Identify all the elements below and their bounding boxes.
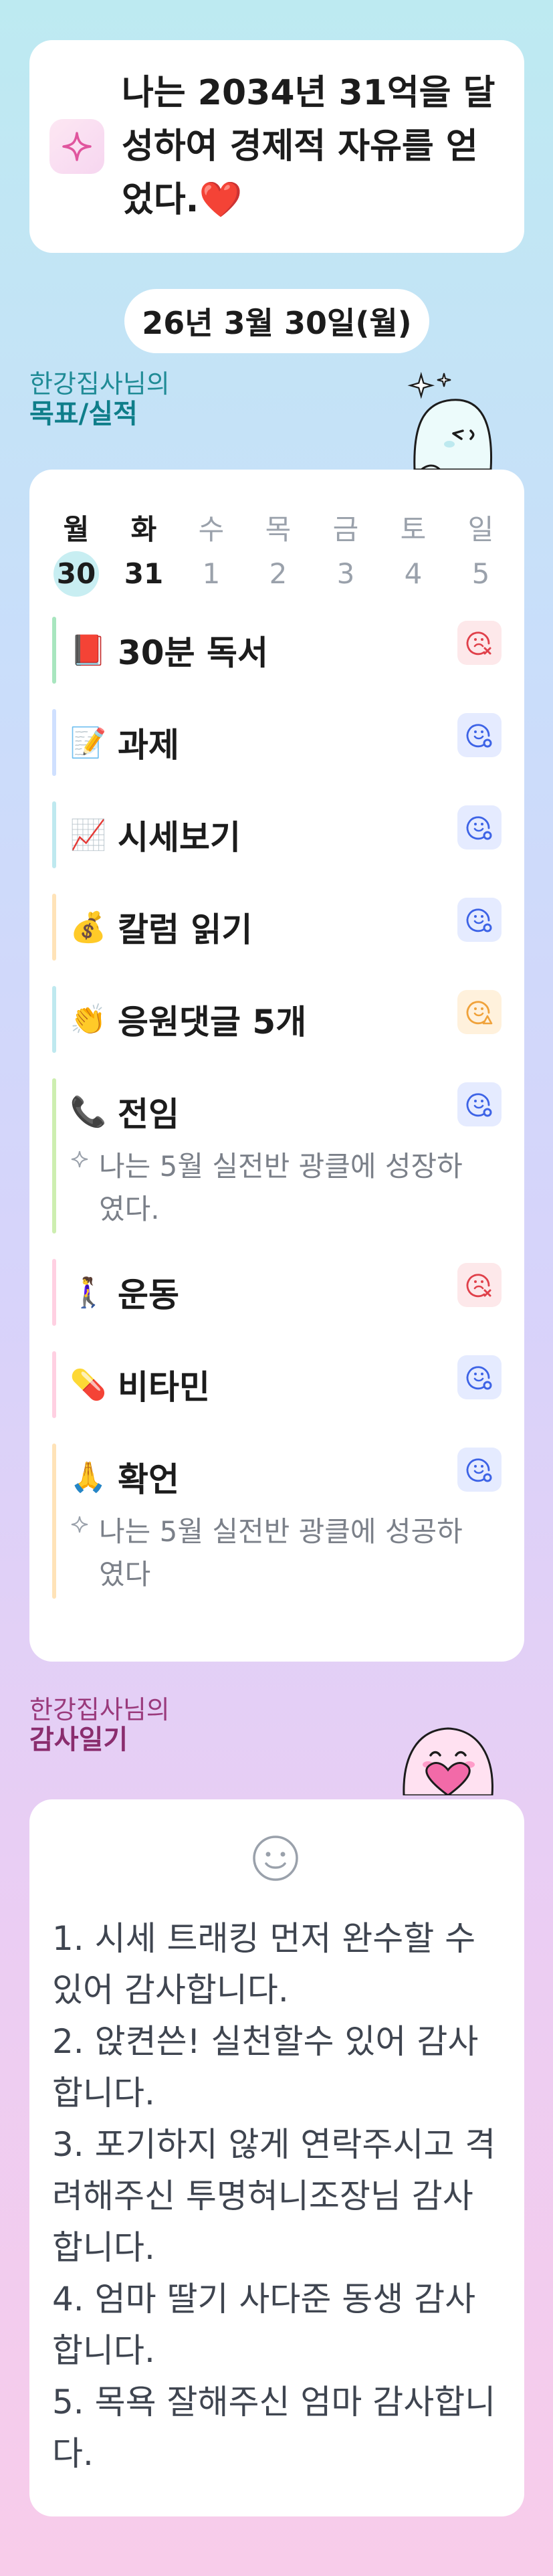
task-row[interactable]: 💊 비타민 xyxy=(52,1351,502,1418)
task-title: 📕 30분 독서 xyxy=(70,617,268,684)
task-row[interactable]: 📈 시세보기 xyxy=(52,801,502,868)
task-color-bar xyxy=(52,1078,56,1233)
task-note-text: 나는 5월 실전반 광클에 성장하였다. xyxy=(99,1150,463,1225)
task-row[interactable]: 📕 30분 독서 xyxy=(52,617,502,684)
sparkle-icon xyxy=(70,1504,90,1547)
sparkle-icon xyxy=(70,1138,90,1181)
status-fail-icon[interactable] xyxy=(457,1263,502,1307)
goal-statement: 나는 2034년 31억을 달성하여 경제적 자유를 얻었다. xyxy=(122,73,495,220)
task-label: 응원댓글 5개 xyxy=(118,1003,307,1042)
gratitude-entry: 5. 목욕 잘해주신 엄마 감사합니다. xyxy=(52,2383,496,2473)
task-title: 💰 칼럼 읽기 xyxy=(70,894,253,961)
heart-icon: ❤️ xyxy=(199,180,243,220)
task-label: 확언 xyxy=(118,1460,179,1499)
task-row[interactable]: 📝 과제 xyxy=(52,709,502,776)
calendar-day-sun[interactable]: 일 5 xyxy=(454,510,508,594)
task-title: 👏 응원댓글 5개 xyxy=(70,986,307,1053)
task-emoji-icon: 👏 xyxy=(70,1003,107,1037)
smile-icon xyxy=(253,1836,298,1881)
task-color-bar xyxy=(52,709,56,776)
task-color-bar xyxy=(52,986,56,1053)
task-label: 전임 xyxy=(118,1095,179,1134)
task-emoji-icon: 📈 xyxy=(70,818,107,852)
task-title: 📞 전임 xyxy=(70,1078,179,1145)
task-color-bar xyxy=(52,801,56,868)
date-selector[interactable]: 26년 3월 30일(월) xyxy=(124,289,429,353)
ghost-mascot-icon xyxy=(407,371,493,470)
status-done-icon[interactable] xyxy=(457,898,502,942)
goals-section-header: 한강집사님의 목표/실적 xyxy=(29,369,524,470)
week-calendar: 월 30 화 31 수 1 목 2 금 3 토 4 일 5 xyxy=(49,510,504,597)
calendar-day-thu[interactable]: 목 2 xyxy=(251,510,305,594)
task-note: 나는 5월 실전반 광클에 성장하였다. xyxy=(70,1145,484,1231)
task-color-bar xyxy=(52,617,56,684)
task-note-text: 나는 5월 실전반 광클에 성공하였다 xyxy=(99,1515,463,1591)
task-title: 📝 과제 xyxy=(70,709,179,776)
calendar-day-sat[interactable]: 토 4 xyxy=(386,510,440,594)
task-color-bar xyxy=(52,1351,56,1418)
gratitude-entry: 2. 앉켠쓴! 실천할수 있어 감사합니다. xyxy=(52,2022,479,2112)
task-title: 📈 시세보기 xyxy=(70,801,241,868)
goal-card: 나는 2034년 31억을 달성하여 경제적 자유를 얻었다.❤️ xyxy=(29,40,524,253)
task-emoji-icon: 📕 xyxy=(70,633,107,668)
task-title: 💊 비타민 xyxy=(70,1351,210,1418)
task-label: 칼럼 읽기 xyxy=(118,910,253,949)
task-note: 나는 5월 실전반 광클에 성공하였다 xyxy=(70,1510,484,1596)
status-done-icon[interactable] xyxy=(457,713,502,757)
status-done-icon[interactable] xyxy=(457,805,502,850)
status-done-icon[interactable] xyxy=(457,1355,502,1399)
task-row[interactable]: 👏 응원댓글 5개 xyxy=(52,986,502,1053)
task-emoji-icon: 🚶‍♀️ xyxy=(70,1276,107,1310)
task-title: 🙏 확언 xyxy=(70,1444,179,1510)
gratitude-entry: 4. 엄마 딸기 사다준 동생 감사합니다. xyxy=(52,2280,476,2370)
goals-card: 월 30 화 31 수 1 목 2 금 3 토 4 일 5 📕 30분 독서 📝 과제… xyxy=(29,470,524,1662)
status-done-icon[interactable] xyxy=(457,1082,502,1126)
calendar-day-tue[interactable]: 화 31 xyxy=(117,510,171,594)
task-emoji-icon: 📞 xyxy=(70,1095,107,1129)
task-row[interactable]: 🙏 확언나는 5월 실전반 광클에 성공하였다 xyxy=(52,1444,502,1599)
gratitude-entry: 1. 시세 트래킹 먼저 완수할 수 있어 감사합니다. xyxy=(52,1919,476,2009)
task-label: 30분 독서 xyxy=(118,633,268,672)
task-label: 시세보기 xyxy=(118,818,241,857)
task-color-bar xyxy=(52,1259,56,1326)
task-title: 🚶‍♀️ 운동 xyxy=(70,1259,179,1326)
calendar-day-fri[interactable]: 금 3 xyxy=(319,510,372,594)
task-row[interactable]: 💰 칼럼 읽기 xyxy=(52,894,502,961)
task-label: 과제 xyxy=(118,726,179,765)
gratitude-section-header: 한강집사님의 감사일기 xyxy=(29,1695,524,1795)
calendar-day-mon[interactable]: 월 30 xyxy=(49,510,103,597)
gratitude-entries: 1. 시세 트래킹 먼저 완수할 수 있어 감사합니다. 2. 앉켠쓴! 실천할수… xyxy=(52,1913,502,2480)
gratitude-card: 1. 시세 트래킹 먼저 완수할 수 있어 감사합니다. 2. 앉켠쓴! 실천할수… xyxy=(29,1799,524,2516)
goal-text: 나는 2034년 31억을 달성하여 경제적 자유를 얻었다.❤️ xyxy=(122,66,497,227)
task-emoji-icon: 💊 xyxy=(70,1368,107,1402)
task-label: 운동 xyxy=(118,1276,179,1314)
task-emoji-icon: 📝 xyxy=(70,726,107,760)
heart-mascot-icon xyxy=(403,1727,493,1795)
status-warn-icon[interactable] xyxy=(457,990,502,1034)
status-done-icon[interactable] xyxy=(457,1448,502,1492)
status-fail-icon[interactable] xyxy=(457,621,502,665)
task-emoji-icon: 🙏 xyxy=(70,1460,107,1494)
task-label: 비타민 xyxy=(118,1368,210,1407)
task-emoji-icon: 💰 xyxy=(70,910,107,945)
calendar-day-wed[interactable]: 수 1 xyxy=(185,510,238,594)
task-row[interactable]: 📞 전임나는 5월 실전반 광클에 성장하였다. xyxy=(52,1078,502,1233)
task-color-bar xyxy=(52,894,56,961)
task-color-bar xyxy=(52,1444,56,1599)
task-row[interactable]: 🚶‍♀️ 운동 xyxy=(52,1259,502,1326)
gratitude-entry: 3. 포기하지 않게 연락주시고 격려해주신 투명혀니조장님 감사합니다. xyxy=(52,2125,496,2267)
sparkle-icon xyxy=(49,119,104,174)
